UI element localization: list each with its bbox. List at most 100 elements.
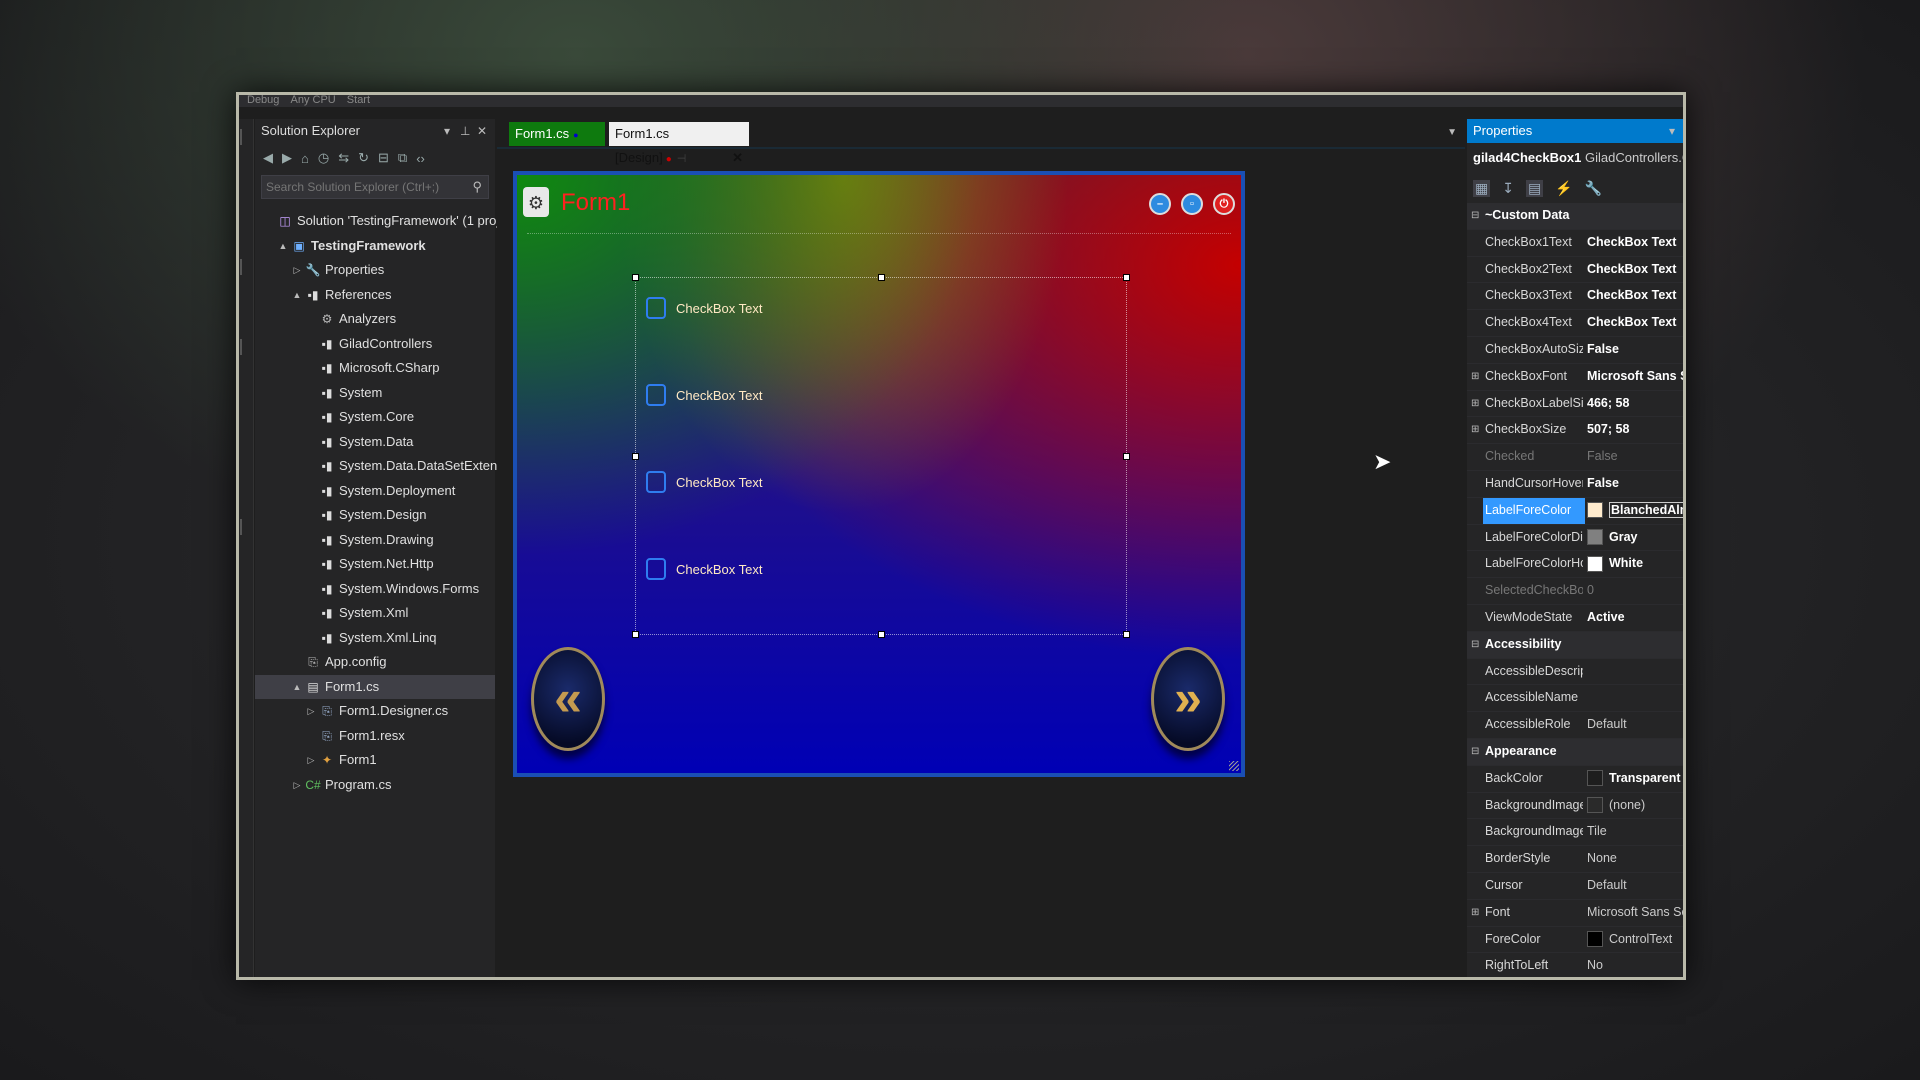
resize-handle[interactable] xyxy=(1123,453,1130,460)
start-button[interactable]: Start xyxy=(347,95,370,106)
tree-item[interactable]: ◫ Solution 'TestingFramework' (1 project) xyxy=(255,209,521,234)
property-category[interactable]: ⊟ Appearance xyxy=(1467,738,1683,766)
view-code-icon[interactable]: ‹› xyxy=(416,151,425,166)
expanded-arrow-icon[interactable]: ▲ xyxy=(277,234,289,259)
property-row[interactable]: ForeColor ControlText xyxy=(1467,927,1683,954)
property-value[interactable]: Active xyxy=(1587,605,1683,631)
property-row[interactable]: AccessibleName xyxy=(1467,685,1683,713)
checkbox-2[interactable]: CheckBox Text xyxy=(646,380,762,410)
show-all-files-icon[interactable]: ⧉ xyxy=(398,150,407,166)
dropdown-icon[interactable]: ▾ xyxy=(444,119,450,143)
property-row[interactable]: BackColor Transparent xyxy=(1467,766,1683,793)
resize-handle[interactable] xyxy=(632,631,639,638)
property-value[interactable]: CheckBox Text xyxy=(1587,310,1683,336)
expand-icon[interactable]: ⊞ xyxy=(1471,417,1479,443)
close-tab-icon[interactable]: ✕ xyxy=(732,146,743,170)
property-row[interactable]: ⊞ CheckBoxFont Microsoft Sans Ser xyxy=(1467,364,1683,391)
checkbox-1[interactable]: CheckBox Text xyxy=(646,293,762,323)
form-designer-surface[interactable]: ⚙ Form1 – ▫ ⏻ CheckBox Text CheckBox Tex… xyxy=(513,171,1245,777)
categorized-icon[interactable]: ▦ xyxy=(1473,179,1491,197)
resize-handle[interactable] xyxy=(1123,274,1130,281)
property-value[interactable]: Microsoft Sans Ser xyxy=(1587,364,1683,390)
property-category[interactable]: ⊟ ~Custom Data xyxy=(1467,203,1683,230)
property-row[interactable]: LabelForeColor BlanchedAlm xyxy=(1467,497,1683,525)
property-row[interactable]: ⊞ CheckBoxSize 507; 58 xyxy=(1467,417,1683,445)
platform-dropdown[interactable]: Any CPU xyxy=(290,95,335,106)
property-value[interactable]: No xyxy=(1587,953,1683,977)
tree-item[interactable]: ▪▮ System.Net.Http xyxy=(255,552,495,577)
tree-item[interactable]: ▪▮ System.Drawing xyxy=(255,528,495,553)
back-icon[interactable]: ◀ xyxy=(263,150,273,166)
tree-item[interactable]: ▪▮ System.Data.DataSetExtension xyxy=(255,454,522,479)
property-value[interactable]: Default xyxy=(1587,712,1683,738)
property-value[interactable]: ControlText xyxy=(1587,927,1683,953)
tree-item[interactable]: ▪▮ Microsoft.CSharp xyxy=(255,356,495,381)
property-row[interactable]: AccessibleDescriptic xyxy=(1467,659,1683,686)
property-row[interactable]: HandCursorHover False xyxy=(1467,471,1683,498)
maximize-button[interactable]: ▫ xyxy=(1181,193,1203,215)
property-row[interactable]: ⊞ CheckBoxLabelSize 466; 58 xyxy=(1467,391,1683,418)
property-row[interactable]: CheckBox4Text CheckBox Text xyxy=(1467,310,1683,337)
tree-item[interactable]: ⎘ App.config xyxy=(255,650,495,675)
tree-item[interactable]: ▪▮ System.Xml.Linq xyxy=(255,626,495,651)
tree-item[interactable]: ▪▮ System.Data xyxy=(255,430,495,455)
expand-icon[interactable]: ⊞ xyxy=(1471,364,1479,390)
collapsed-arrow-icon[interactable]: ▷ xyxy=(291,258,303,283)
checkbox-box[interactable] xyxy=(646,471,666,493)
collapse-icon[interactable]: ⊟ xyxy=(1471,632,1479,658)
property-value[interactable]: Transparent xyxy=(1587,766,1683,792)
property-value[interactable]: CheckBox Text xyxy=(1587,257,1683,283)
data-sources-tab[interactable] xyxy=(240,129,254,145)
object-selector[interactable]: gilad4CheckBox1 GiladControllers.Gilad4 xyxy=(1467,143,1683,173)
property-value[interactable]: Default xyxy=(1587,873,1683,899)
property-value[interactable]: False xyxy=(1587,337,1683,363)
tree-item[interactable]: ▪▮ System xyxy=(255,381,495,406)
tree-item[interactable]: ▪▮ GiladControllers xyxy=(255,332,495,357)
checkbox-4[interactable]: CheckBox Text xyxy=(646,554,762,584)
property-row[interactable]: SelectedCheckBoxIr 0 xyxy=(1467,578,1683,605)
property-row[interactable]: BackgroundImage (none) xyxy=(1467,793,1683,820)
dropdown-icon[interactable]: ▾ xyxy=(1669,119,1675,143)
property-row[interactable]: Cursor Default xyxy=(1467,873,1683,900)
property-value[interactable]: Gray xyxy=(1587,525,1683,551)
property-value[interactable]: False xyxy=(1587,444,1683,470)
properties-icon[interactable]: ▤ xyxy=(1525,179,1544,197)
checkbox-control-selection[interactable]: CheckBox Text CheckBox Text CheckBox Tex… xyxy=(632,274,1130,638)
refresh-icon[interactable]: ↻ xyxy=(358,150,369,166)
property-row[interactable]: AccessibleRole Default xyxy=(1467,712,1683,739)
property-row[interactable]: LabelForeColorDisal Gray xyxy=(1467,525,1683,552)
history-icon[interactable]: ◷ xyxy=(318,150,329,166)
tab-form1-design[interactable]: Form1.cs [Design] ● ⊣ ✕ xyxy=(609,122,749,165)
property-row[interactable]: CheckBox2Text CheckBox Text xyxy=(1467,257,1683,284)
tree-item[interactable]: ▷ 🔧 Properties xyxy=(255,258,495,283)
resize-handle[interactable] xyxy=(1123,631,1130,638)
property-value[interactable]: 0 xyxy=(1587,578,1683,604)
assembly-explorer-tab[interactable] xyxy=(240,339,254,355)
property-value[interactable]: CheckBox Text xyxy=(1587,283,1683,309)
next-button[interactable]: » xyxy=(1151,647,1225,751)
tab-form1-cs[interactable]: Form1.cs ● xyxy=(509,122,605,146)
tree-item[interactable]: ⎘ Form1.resx xyxy=(255,724,495,749)
property-row[interactable]: LabelForeColorHov White xyxy=(1467,551,1683,579)
property-value[interactable]: None xyxy=(1587,846,1683,872)
tree-item[interactable]: ▪▮ System.Deployment xyxy=(255,479,495,504)
property-value[interactable]: (none) xyxy=(1587,793,1683,819)
events-icon[interactable]: ⚡ xyxy=(1555,180,1572,197)
property-value[interactable]: Tile xyxy=(1587,819,1683,845)
collapsed-arrow-icon[interactable]: ▷ xyxy=(291,773,303,798)
property-value[interactable]: 507; 58 xyxy=(1587,417,1683,443)
property-value[interactable]: CheckBox Text xyxy=(1587,230,1683,256)
forward-icon[interactable]: ▶ xyxy=(282,150,292,166)
collapse-icon[interactable]: ⊟ xyxy=(1471,203,1479,229)
tree-item[interactable]: ▪▮ System.Core xyxy=(255,405,495,430)
property-value[interactable]: 466; 58 xyxy=(1587,391,1683,417)
server-explorer-tab[interactable] xyxy=(240,259,254,275)
property-value[interactable]: BlanchedAlm xyxy=(1587,498,1683,524)
checkbox-3[interactable]: CheckBox Text xyxy=(646,467,762,497)
collapsed-arrow-icon[interactable]: ▷ xyxy=(305,748,317,773)
toolbox-tab[interactable] xyxy=(240,519,254,535)
expand-icon[interactable]: ⊞ xyxy=(1471,391,1479,417)
close-button[interactable]: ⏻ xyxy=(1213,193,1235,215)
property-pages-icon[interactable]: 🔧 xyxy=(1585,180,1602,197)
tree-item[interactable]: ▪▮ System.Windows.Forms xyxy=(255,577,495,602)
